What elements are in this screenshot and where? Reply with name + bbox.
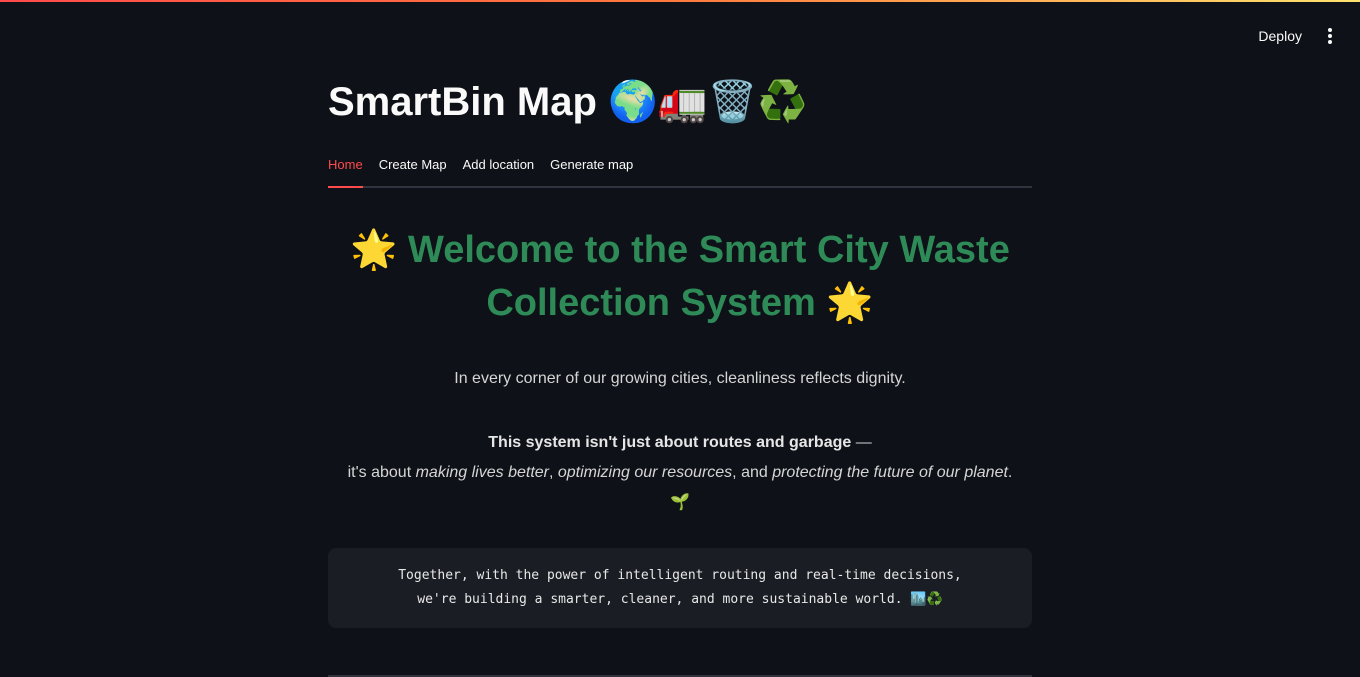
mission-text: This system isn't just about routes and …: [328, 428, 1032, 518]
code-line-1: Together, with the power of intelligent …: [398, 568, 962, 583]
seedling-icon: 🌱: [670, 494, 690, 511]
tab-create-map[interactable]: Create Map: [379, 148, 447, 186]
deploy-button[interactable]: Deploy: [1258, 28, 1302, 44]
tab-add-location[interactable]: Add location: [463, 148, 535, 186]
app-header-actions: Deploy: [1258, 26, 1340, 46]
mission-sep: ,: [548, 464, 558, 481]
welcome-heading-line2: Collection System 🌟: [486, 282, 874, 324]
welcome-heading-line1: 🌟 Welcome to the Smart City Waste: [350, 229, 1010, 271]
mission-end: .: [1007, 464, 1013, 481]
mission-em-lives: making lives better: [415, 464, 549, 481]
mission-em-planet: protecting the future of our planet: [772, 464, 1008, 481]
kebab-dot: [1328, 40, 1332, 44]
mission-dash: —: [851, 434, 872, 451]
page-title: SmartBin Map 🌍🚛🗑️♻️: [328, 80, 808, 124]
code-block: Together, with the power of intelligent …: [328, 548, 1032, 628]
mission-bold-text: This system isn't just about routes and …: [488, 434, 852, 451]
tab-bar: Home Create Map Add location Generate ma…: [328, 148, 1032, 188]
mission-sep: , and: [732, 464, 773, 481]
intro-text: In every corner of our growing cities, c…: [454, 370, 906, 387]
tab-generate-map[interactable]: Generate map: [550, 148, 633, 186]
code-line-2: we're building a smarter, cleaner, and m…: [417, 592, 943, 607]
kebab-menu-icon[interactable]: [1320, 26, 1340, 46]
kebab-dot: [1328, 34, 1332, 38]
kebab-dot: [1328, 28, 1332, 32]
tab-home[interactable]: Home: [328, 148, 363, 188]
welcome-heading: 🌟 Welcome to the Smart City Waste Collec…: [328, 224, 1032, 330]
mission-em-resources: optimizing our resources: [557, 464, 733, 481]
mission-prefix: it's about: [347, 464, 416, 481]
top-accent-bar: [0, 0, 1360, 2]
mission-line2: it's about making lives better, optimizi…: [348, 464, 1013, 481]
